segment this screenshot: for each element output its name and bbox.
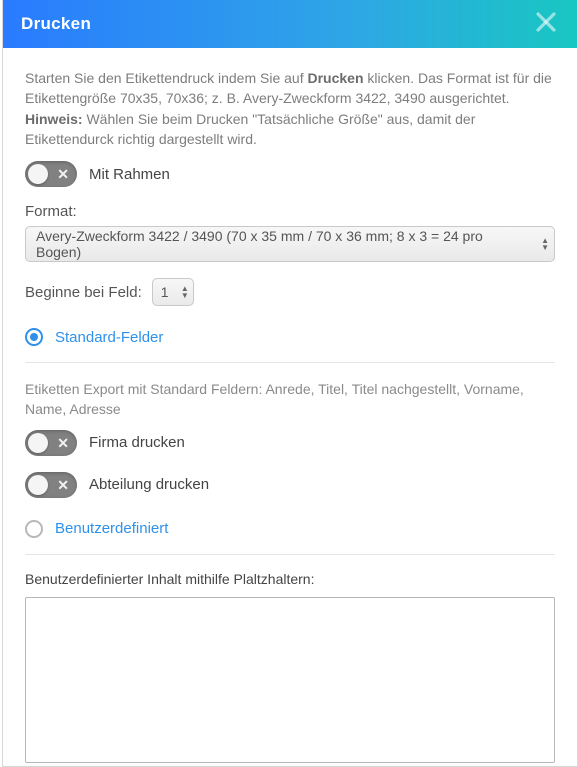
print-dialog: Drucken Starten Sie den Etikettendruck i… [2, 0, 578, 767]
intro-text: Starten Sie den Etikettendruck indem Sie… [25, 68, 555, 149]
x-icon: ✕ [57, 478, 69, 492]
chevron-updown-icon: ▲▼ [541, 237, 549, 251]
dialog-header: Drucken [3, 0, 577, 48]
radio-custom[interactable] [25, 520, 43, 538]
close-icon[interactable] [533, 9, 559, 35]
start-field-value: 1 [161, 284, 169, 300]
format-select-value: Avery-Zweckform 3422 / 3490 (70 x 35 mm … [36, 228, 528, 260]
toggle-frame[interactable]: ✕ [25, 161, 77, 187]
hint-strong: Hinweis: [25, 111, 83, 127]
toggle-department-label: Abteilung drucken [89, 476, 209, 493]
toggle-department-row: ✕ Abteilung drucken [25, 472, 555, 498]
dialog-body: Starten Sie den Etikettendruck indem Sie… [3, 48, 577, 766]
toggle-frame-label: Mit Rahmen [89, 166, 170, 183]
radio-standard[interactable] [25, 328, 43, 346]
format-label: Format: [25, 203, 555, 220]
radio-standard-label[interactable]: Standard-Felder [55, 329, 163, 346]
format-select-wrap: Avery-Zweckform 3422 / 3490 (70 x 35 mm … [25, 226, 555, 262]
custom-content-textarea[interactable] [25, 597, 555, 763]
toggle-knob [28, 164, 48, 184]
radio-dot-icon [30, 333, 38, 341]
radio-custom-label[interactable]: Benutzerdefiniert [55, 520, 168, 537]
dialog-title: Drucken [21, 14, 91, 34]
toggle-company-row: ✕ Firma drucken [25, 430, 555, 456]
toggle-department[interactable]: ✕ [25, 472, 77, 498]
intro-strong: Drucken [308, 70, 364, 86]
divider [25, 362, 555, 363]
standard-fields-hint: Etiketten Export mit Standard Feldern: A… [25, 379, 555, 420]
start-field-stepper[interactable]: 1 ▲▼ [152, 278, 194, 306]
toggle-knob [28, 475, 48, 495]
toggle-knob [28, 433, 48, 453]
hint-post: Wählen Sie beim Drucken "Tatsächliche Gr… [25, 111, 475, 147]
custom-content-label: Benutzerdefinierter Inhalt mithilfe Plal… [25, 571, 555, 587]
format-select[interactable]: Avery-Zweckform 3422 / 3490 (70 x 35 mm … [25, 226, 555, 262]
radio-standard-row: Standard-Felder [25, 328, 555, 346]
chevron-updown-icon: ▲▼ [181, 285, 189, 299]
toggle-company[interactable]: ✕ [25, 430, 77, 456]
x-icon: ✕ [57, 436, 69, 450]
start-field-label: Beginne bei Feld: [25, 284, 142, 301]
toggle-frame-row: ✕ Mit Rahmen [25, 161, 555, 187]
start-field-row: Beginne bei Feld: 1 ▲▼ [25, 278, 555, 306]
toggle-company-label: Firma drucken [89, 434, 185, 451]
radio-custom-row: Benutzerdefiniert [25, 520, 555, 538]
intro-pre: Starten Sie den Etikettendruck indem Sie… [25, 70, 308, 86]
divider [25, 554, 555, 555]
x-icon: ✕ [57, 167, 69, 181]
